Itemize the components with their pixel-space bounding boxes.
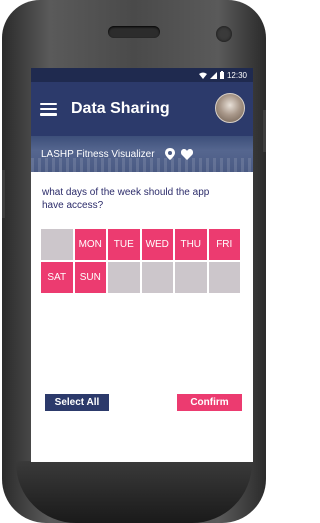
day-cell-empty[interactable] <box>208 262 240 293</box>
day-cell-sat[interactable]: SAT <box>41 262 73 293</box>
signal-icon <box>209 71 217 79</box>
wifi-icon <box>198 72 207 79</box>
day-cell-empty[interactable] <box>41 229 73 260</box>
day-cell-empty[interactable] <box>141 262 173 293</box>
location-icon[interactable] <box>164 148 175 160</box>
day-cell-sun[interactable]: SUN <box>74 262 106 293</box>
volume-button <box>2 170 5 218</box>
day-cell-empty[interactable] <box>175 262 207 293</box>
speaker-grille <box>108 26 160 38</box>
day-cell-empty[interactable] <box>108 262 140 293</box>
question-text: what days of the week should the app hav… <box>42 187 210 211</box>
power-button <box>263 110 266 152</box>
app-name-label: LASHP Fitness Visualizer <box>41 148 155 160</box>
app-subheader: LASHP Fitness Visualizer <box>31 136 253 172</box>
page-title: Data Sharing <box>71 100 170 117</box>
day-cell-fri[interactable]: FRI <box>208 229 240 260</box>
confirm-button[interactable]: Confirm <box>177 394 242 411</box>
city-background <box>31 158 253 172</box>
day-cell-wed[interactable]: WED <box>141 229 173 260</box>
day-cell-tue[interactable]: TUE <box>108 229 140 260</box>
battery-icon <box>219 71 224 79</box>
front-camera <box>216 26 232 42</box>
phone-frame: 12:30 Data Sharing LASHP Fitness Visuali… <box>2 0 266 523</box>
day-cell-thu[interactable]: THU <box>175 229 207 260</box>
day-cell-mon[interactable]: MON <box>74 229 106 260</box>
heart-icon[interactable] <box>180 148 193 160</box>
select-all-button[interactable]: Select All <box>45 394 109 411</box>
phone-chin <box>16 461 252 523</box>
app-screen: 12:30 Data Sharing LASHP Fitness Visuali… <box>31 68 253 462</box>
day-grid: MON TUE WED THU FRI SAT SUN <box>41 229 242 293</box>
app-bar: Data Sharing <box>31 82 253 136</box>
status-bar: 12:30 <box>31 68 253 82</box>
menu-icon[interactable] <box>40 102 57 116</box>
status-time: 12:30 <box>226 70 247 80</box>
avatar[interactable] <box>215 93 245 123</box>
